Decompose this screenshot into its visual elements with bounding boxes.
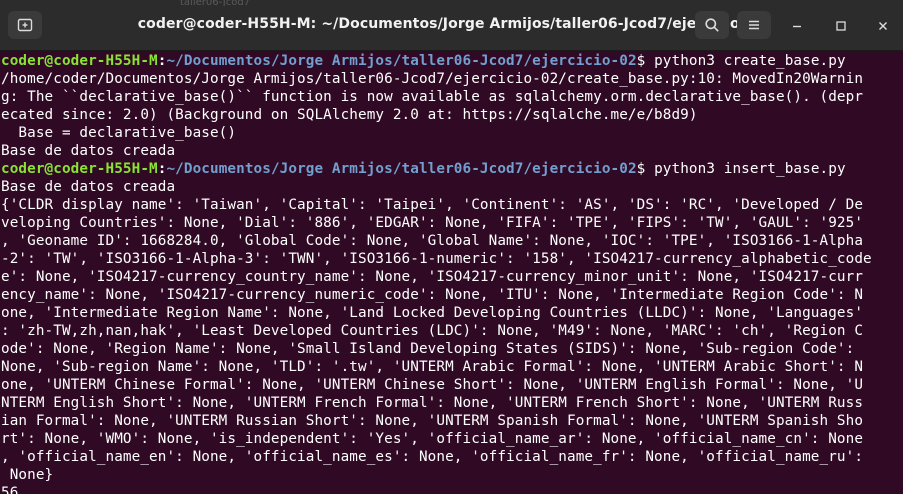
prompt-line: coder@coder-H55H-M:~/Documentos/Jorge Ar…: [1, 160, 903, 178]
prompt-path: ~/Documentos/Jorge Armijos/taller06-Jcod…: [166, 161, 637, 177]
search-icon: [705, 18, 719, 32]
output-line: one, 'UNTERM Chinese Formal': None, 'UNT…: [1, 377, 864, 393]
output-line: 56: [1, 485, 19, 494]
output-line: None}: [1, 467, 54, 483]
output-line: Base de datos creada: [1, 179, 176, 195]
output-line: {'CLDR display name': 'Taiwan', 'Capital…: [1, 197, 864, 213]
output-line: -2': 'TW', 'ISO3166-1-Alpha-3': 'TWN', '…: [1, 251, 872, 267]
output-line: Base = declarative_base(): [1, 125, 237, 141]
prompt-line: coder@coder-H55H-M:~/Documentos/Jorge Ar…: [1, 52, 903, 70]
command-text: python3 insert_base.py: [645, 161, 846, 177]
output-line: None, 'Sub-region Name': None, 'TLD': '.…: [1, 359, 864, 375]
background-window-title-fragment: taller06-Jcod7: [180, 0, 251, 6]
title-bar[interactable]: taller06-Jcod7 coder@coder-H55H-M: ~/Doc…: [0, 0, 903, 51]
hamburger-menu-icon: [749, 20, 759, 30]
command-text: python3 create_base.py: [645, 53, 846, 69]
output-line: ency_name': None, 'ISO4217-currency_nume…: [1, 287, 864, 303]
output-line: NTERM English Short': None, 'UNTERM Fren…: [1, 395, 864, 411]
close-button[interactable]: [872, 15, 894, 37]
terminal-window: taller06-Jcod7 coder@coder-H55H-M: ~/Doc…: [0, 0, 903, 494]
maximize-button[interactable]: [830, 15, 852, 37]
output-line: rt': None, 'WMO': None, 'is_independent'…: [1, 431, 864, 447]
terminal-output[interactable]: coder@coder-H55H-M:~/Documentos/Jorge Ar…: [0, 50, 903, 494]
minimize-button[interactable]: [786, 15, 808, 37]
prompt-user-host: coder@coder-H55H-M: [1, 161, 158, 177]
output-line: /home/coder/Documentos/Jorge Armijos/tal…: [1, 71, 864, 87]
output-line: Base de datos creada: [1, 143, 176, 159]
prompt-path: ~/Documentos/Jorge Armijos/taller06-Jcod…: [166, 53, 637, 69]
output-line: ecated since: 2.0) (Background on SQLAlc…: [1, 107, 698, 123]
prompt-user-host: coder@coder-H55H-M: [1, 53, 158, 69]
output-line: one, 'Intermediate Region Name': None, '…: [1, 305, 864, 321]
output-line: , 'Geoname ID': 1668284.0, 'Global Code'…: [1, 233, 864, 249]
output-line: ode': None, 'Region Name': None, 'Small …: [1, 341, 855, 357]
search-button[interactable]: [695, 11, 729, 39]
output-line: ian Formal': None, 'UNTERM Russian Short…: [1, 413, 864, 429]
output-line: e': None, 'ISO4217-currency_country_name…: [1, 269, 864, 285]
output-line: , 'official_name_en': None, 'official_na…: [1, 449, 864, 465]
output-line: g: The ``declarative_base()`` function i…: [1, 89, 864, 105]
output-line: veloping Countries': None, 'Dial': '886'…: [1, 215, 864, 231]
close-icon: [879, 22, 887, 30]
output-line: : 'zh-TW,zh,nan,hak', 'Least Developed C…: [1, 323, 864, 339]
menu-button[interactable]: [737, 11, 771, 39]
minimize-icon: [793, 25, 801, 28]
maximize-icon: [836, 21, 846, 31]
